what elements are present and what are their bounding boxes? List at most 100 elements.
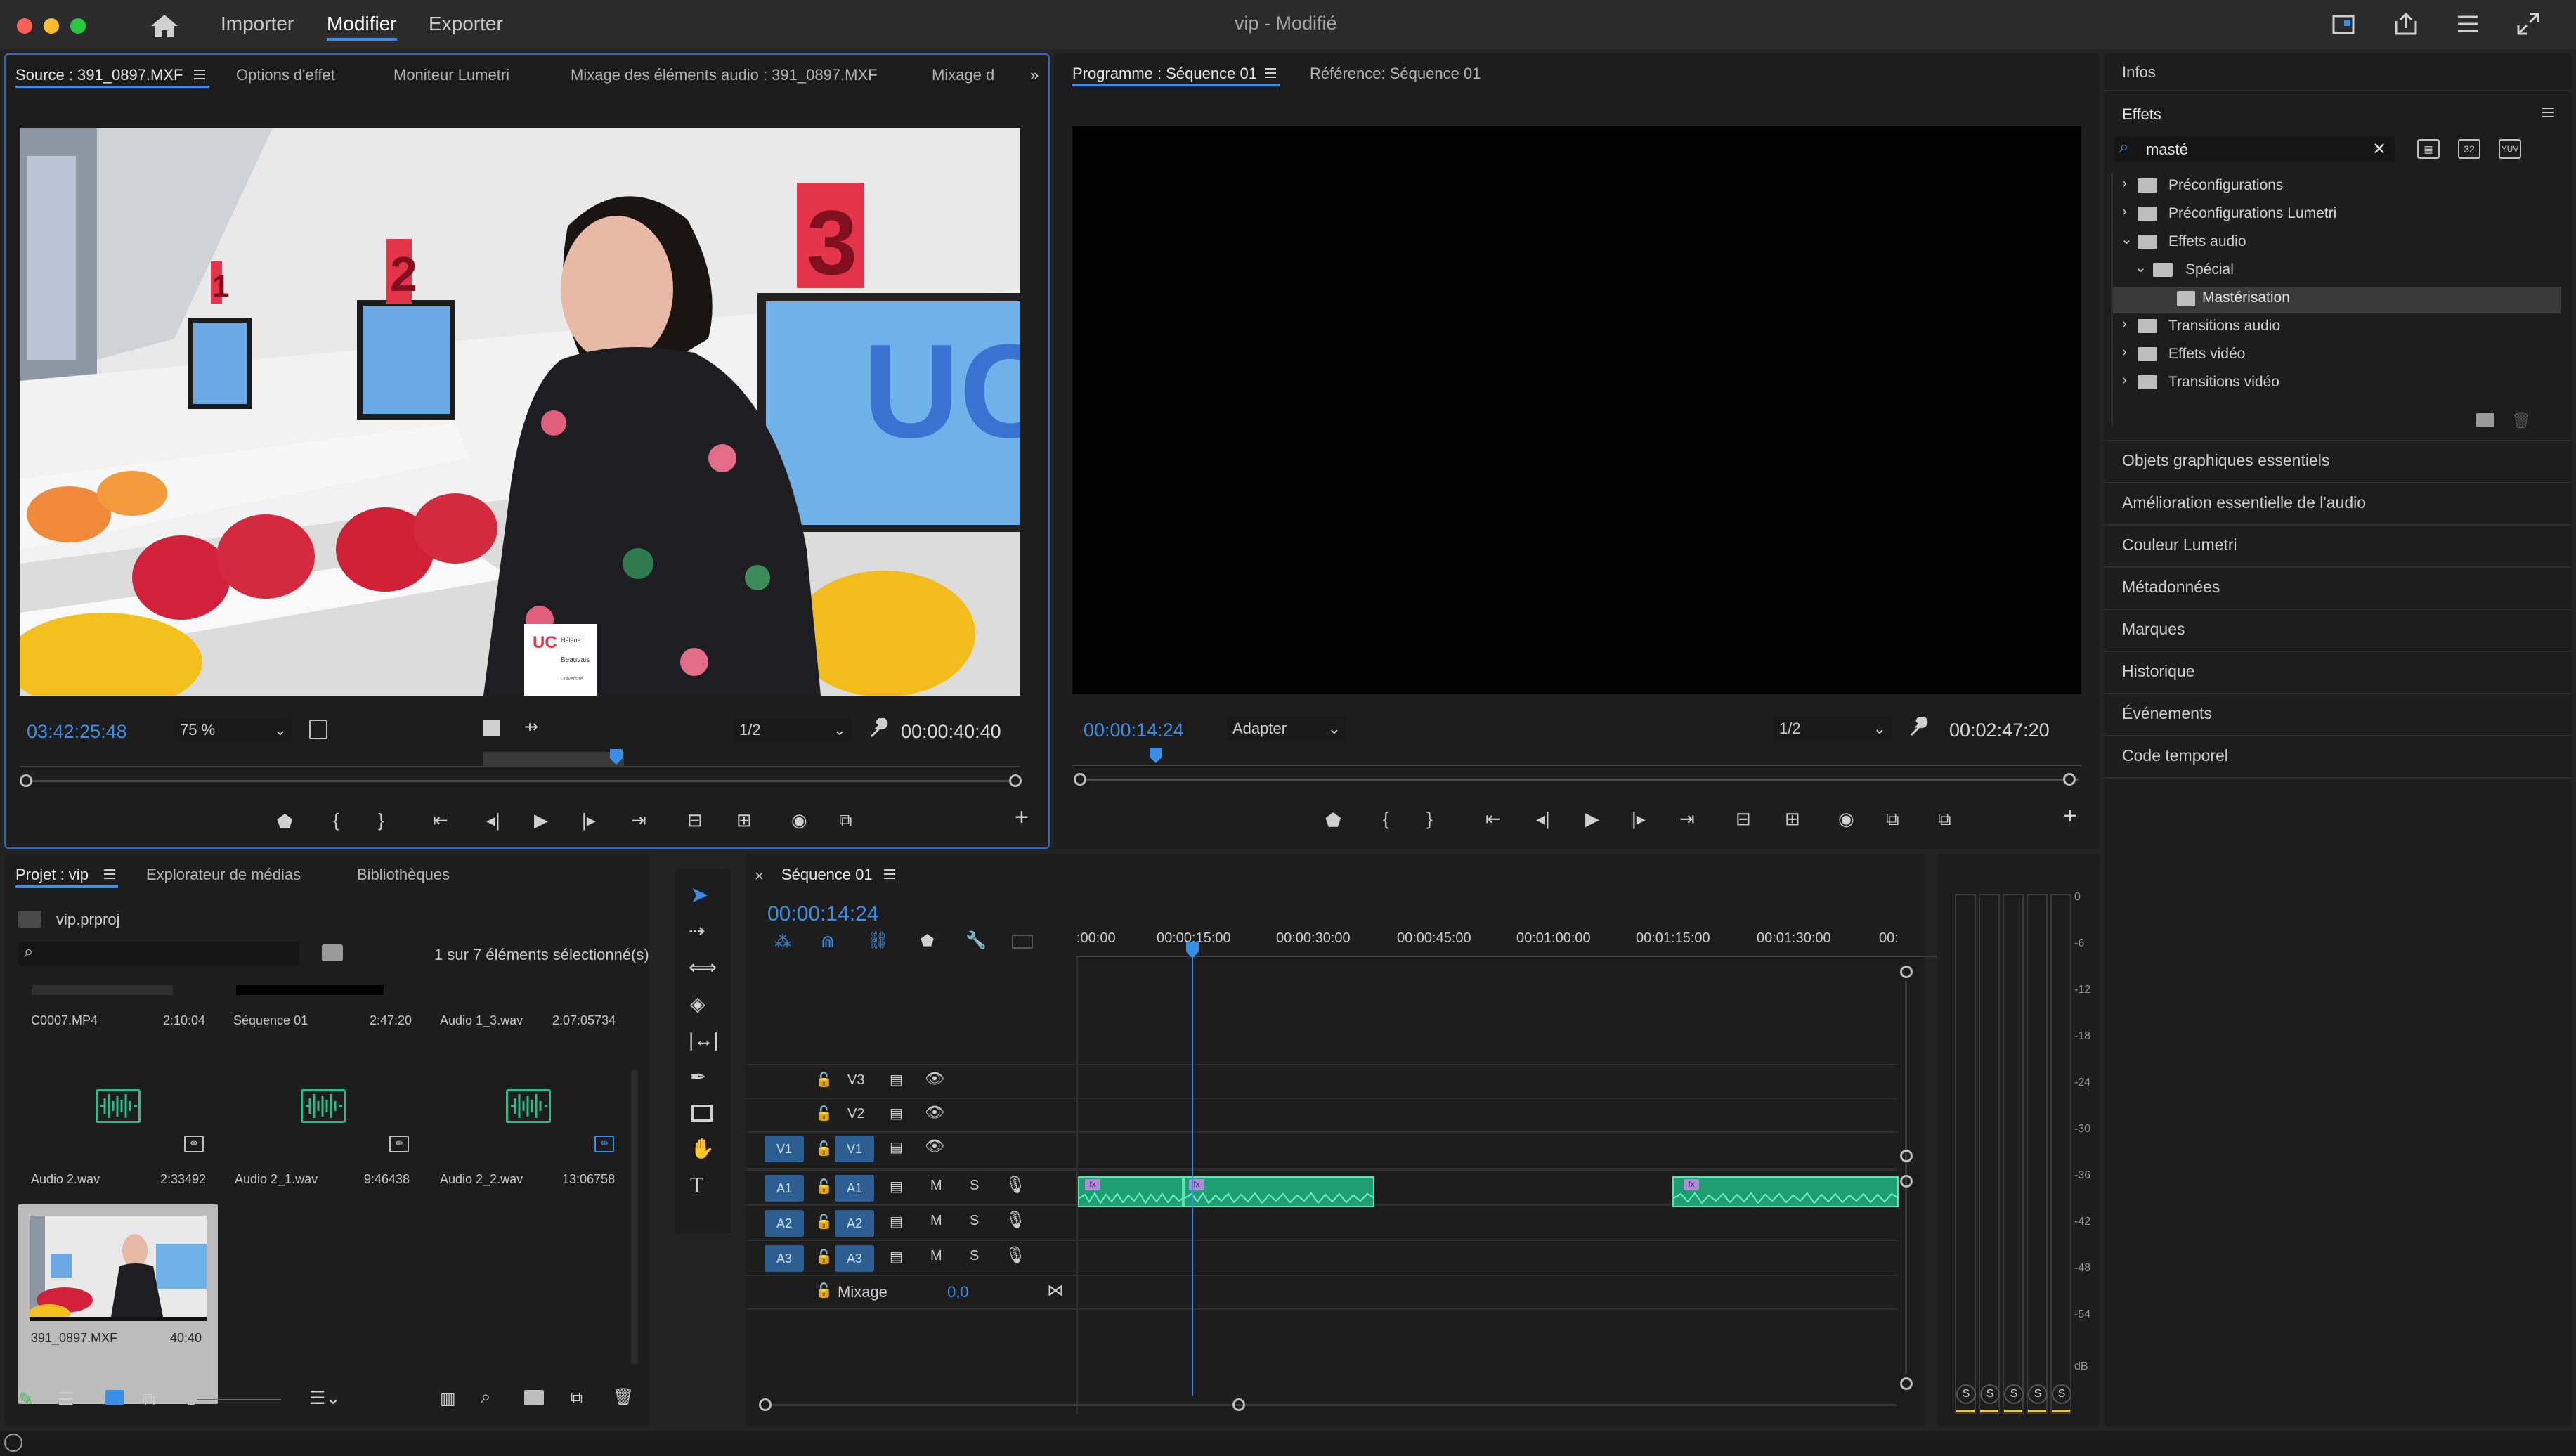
tab-importer[interactable]: Importer	[221, 13, 294, 35]
type-tool-icon[interactable]: T	[690, 1172, 704, 1198]
lock-icon[interactable]: 🔓	[815, 1213, 833, 1230]
go-to-in-icon[interactable]: ⇤	[1485, 808, 1501, 829]
tab-effect-controls[interactable]: Options d'effet	[236, 66, 335, 84]
audio-clip[interactable]: fx	[1078, 1176, 1183, 1207]
zoom-slider[interactable]	[197, 1399, 281, 1400]
track-label-a3[interactable]: A3	[835, 1245, 874, 1272]
pen-tool-icon[interactable]: ✒	[690, 1065, 706, 1088]
eye-icon[interactable]: 👁	[925, 1070, 944, 1088]
captions-icon[interactable]	[1012, 935, 1033, 949]
clear-icon[interactable]: 🗑	[613, 1387, 634, 1408]
freeform-view-icon[interactable]: ⧉	[142, 1389, 155, 1411]
solo-button[interactable]: S	[970, 1178, 979, 1194]
add-button-icon[interactable]: +	[2063, 804, 2077, 828]
lock-icon[interactable]: 🔓	[815, 1140, 833, 1157]
time-ruler[interactable]: :00:00 00:00:15:00 00:00:30:00 00:00:45:…	[1076, 925, 1945, 953]
scroll-handle-right[interactable]	[1009, 774, 1022, 787]
thumbnail-strip-sequence[interactable]	[236, 985, 384, 995]
program-timecode[interactable]: 00:00:14:24	[1084, 720, 1184, 741]
vertical-scroll-handle[interactable]	[1900, 1175, 1913, 1188]
creative-cloud-icon[interactable]	[4, 1434, 22, 1452]
fit-select[interactable]: Adapter ⌄	[1227, 717, 1346, 741]
lock-icon[interactable]: 🔓	[815, 1248, 833, 1266]
audio-waveform-icon[interactable]	[506, 1089, 551, 1123]
wrench-icon[interactable]	[867, 718, 888, 739]
section-lumetri-color[interactable]: Couleur Lumetri	[2122, 535, 2237, 554]
nest-icon[interactable]: ⁂	[774, 932, 791, 952]
new-bin-icon[interactable]	[2476, 413, 2494, 427]
in-out-range[interactable]	[483, 752, 624, 767]
mix-volume-value[interactable]: 0,0	[947, 1283, 969, 1301]
sync-lock-icon[interactable]: ▤	[890, 1248, 903, 1266]
scroll-handle-left[interactable]	[1074, 773, 1086, 786]
export-frame-icon[interactable]: ◉	[1838, 808, 1854, 829]
zoom-window-button[interactable]	[70, 18, 86, 34]
go-to-out-icon[interactable]: ⇥	[1679, 808, 1695, 829]
comparison-view-icon[interactable]: ⧉	[1886, 808, 1899, 829]
sync-lock-icon[interactable]: ▤	[890, 1213, 903, 1230]
tree-video-effects[interactable]: Effets vidéo	[2168, 346, 2245, 363]
add-button-icon[interactable]: +	[1015, 805, 1029, 829]
sync-lock-icon[interactable]: ▤	[890, 1071, 903, 1088]
go-to-out-icon[interactable]: ⇥	[631, 810, 646, 831]
tab-exporter[interactable]: Exporter	[429, 13, 503, 35]
tab-menu-icon[interactable]	[883, 869, 897, 880]
step-back-icon[interactable]: ◂|	[1536, 808, 1550, 829]
ripple-edit-tool-icon[interactable]: ⟺	[689, 956, 717, 979]
thumbnail-scrubber[interactable]	[30, 1317, 207, 1321]
clear-search-icon[interactable]: ✕	[2372, 139, 2386, 160]
new-item-icon[interactable]: ⧉	[571, 1389, 583, 1408]
tree-audio-transitions[interactable]: Transitions audio	[2168, 318, 2280, 334]
audio-waveform-icon[interactable]	[301, 1089, 346, 1123]
find-icon[interactable]: ⌕	[481, 1386, 491, 1408]
effects-panel-header[interactable]: Effets	[2122, 105, 2161, 124]
eye-icon[interactable]: 👁	[925, 1103, 944, 1122]
section-timecode[interactable]: Code temporel	[2122, 746, 2228, 765]
track-label-v1[interactable]: V1	[835, 1136, 874, 1162]
solo-button[interactable]: S	[970, 1213, 979, 1229]
section-essential-sound[interactable]: Amélioration essentielle de l'audio	[2122, 493, 2366, 512]
source-scroll-bar[interactable]	[21, 780, 1019, 782]
tab-modifier[interactable]: Modifier	[327, 13, 397, 35]
rectangle-tool-icon[interactable]	[691, 1105, 713, 1122]
drag-video-icon[interactable]: ⇸	[524, 717, 538, 737]
tab-audio-mixer[interactable]: Mixage d	[932, 66, 994, 84]
microphone-icon[interactable]: 🎙	[1005, 1210, 1026, 1230]
item-name[interactable]: C0007.MP4	[31, 1013, 98, 1028]
step-forward-icon[interactable]: |▸	[582, 810, 596, 831]
scroll-handle-left[interactable]	[20, 774, 32, 787]
tab-program[interactable]: Programme : Séquence 01	[1072, 65, 1257, 83]
lift-icon[interactable]: ⊟	[1736, 808, 1751, 829]
section-events[interactable]: Événements	[2122, 704, 2212, 723]
program-resolution-select[interactable]: 1/2 ⌄	[1774, 717, 1892, 741]
item-name[interactable]: 391_0897.MXF	[31, 1331, 117, 1346]
play-icon[interactable]: ▶	[1585, 808, 1599, 829]
microphone-icon[interactable]: 🎙	[1005, 1175, 1026, 1195]
tree-special[interactable]: Spécial	[2185, 261, 2234, 278]
add-marker-icon[interactable]: ⬟	[277, 811, 293, 832]
effects-menu-icon[interactable]	[2541, 107, 2555, 118]
list-view-icon[interactable]: ☰	[58, 1389, 74, 1410]
audio-clip[interactable]: fx	[1672, 1176, 1899, 1207]
item-name[interactable]: Audio 2_1.wav	[235, 1172, 318, 1187]
extract-icon[interactable]: ⊞	[1785, 808, 1800, 829]
source-patch-a1[interactable]: A1	[765, 1175, 804, 1202]
play-icon[interactable]: ▶	[534, 810, 548, 831]
vertical-scroll-handle[interactable]	[1900, 1377, 1913, 1390]
horizontal-scrollbar[interactable]	[772, 1404, 1896, 1406]
mute-button[interactable]: M	[930, 1178, 942, 1194]
tab-menu-icon[interactable]	[193, 69, 207, 80]
snap-icon[interactable]: ⋒	[821, 932, 835, 952]
clip-thumbnail-391[interactable]	[30, 1216, 207, 1317]
chevron-down-icon[interactable]: ⌄	[2121, 230, 2133, 248]
insert-mode-icon[interactable]	[483, 720, 500, 736]
tab-source[interactable]: Source : 391_0897.MXF	[15, 66, 183, 84]
overflow-tabs-icon[interactable]: »	[1030, 66, 1039, 84]
project-search-input[interactable]: ⌕	[18, 942, 299, 966]
chevron-down-icon[interactable]: ⌄	[2135, 259, 2147, 276]
tab-menu-icon[interactable]	[103, 869, 117, 880]
resolution-select[interactable]: 1/2 ⌄	[734, 718, 852, 742]
icon-view-icon[interactable]	[105, 1390, 124, 1405]
tree-scroll[interactable]	[2111, 173, 2113, 426]
minimize-window-button[interactable]	[44, 18, 59, 34]
